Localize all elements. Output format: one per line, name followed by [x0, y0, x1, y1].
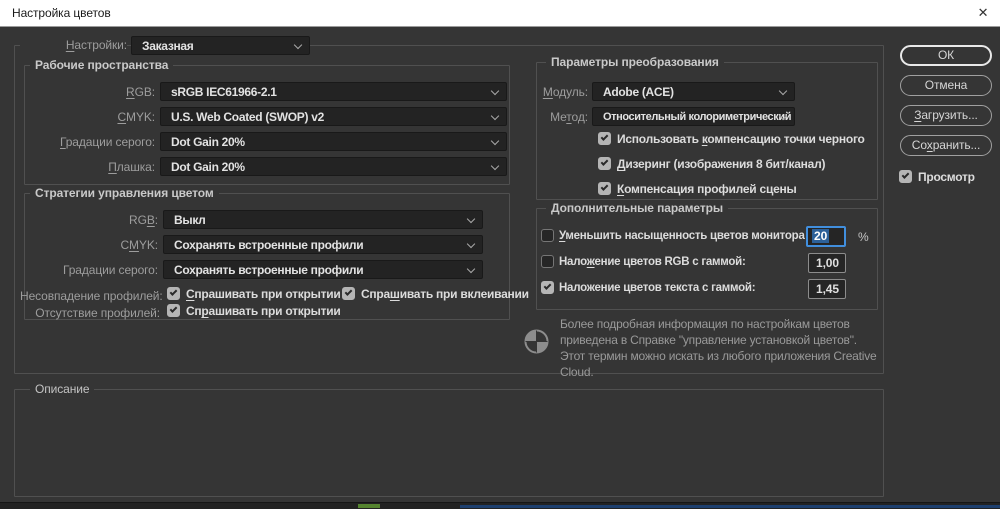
preview-checkbox[interactable]	[899, 170, 912, 183]
pol-gray-label: Градации серого:	[20, 262, 158, 278]
chevron-down-icon	[467, 240, 475, 248]
chevron-down-icon	[491, 112, 499, 120]
percent-unit: %	[858, 229, 869, 245]
pol-rgb-select[interactable]: Выкл	[163, 210, 483, 229]
settings-label: Настройки:	[20, 37, 127, 53]
policies-title: Стратегии управления цветом	[30, 187, 219, 200]
mismatch-ask-opening-checkbox[interactable]	[167, 287, 180, 300]
blend-text-caption[interactable]: Наложение цветов текста с гаммой:	[559, 281, 755, 295]
check-icon	[345, 288, 353, 296]
engine-select[interactable]: Adobe (ACE)	[592, 82, 795, 101]
ws-gray-select[interactable]: Dot Gain 20%	[160, 132, 507, 151]
advanced-title: Дополнительные параметры	[546, 202, 728, 215]
ws-rgb-select[interactable]: sRGB IEC61966-2.1	[160, 82, 507, 101]
close-button[interactable]: ✕	[966, 0, 1000, 27]
settings-select[interactable]: Заказная	[131, 36, 310, 55]
ws-spot-select[interactable]: Dot Gain 20%	[160, 157, 507, 176]
chevron-down-icon	[467, 215, 475, 223]
check-icon	[902, 171, 910, 179]
ws-rgb-label: RGB:	[20, 84, 155, 100]
mismatch-ask-pasting-checkbox[interactable]	[342, 287, 355, 300]
color-sync-icon	[523, 328, 550, 358]
conversion-title: Параметры преобразования	[546, 56, 724, 69]
scene-profiles-caption[interactable]: Компенсация профилей сцены	[617, 182, 797, 196]
settings-value: Заказная	[142, 37, 194, 55]
missing-label: Отсутствие профилей:	[20, 305, 160, 321]
mismatch-ask-pasting-caption[interactable]: Спрашивать при вклеивании	[361, 287, 529, 301]
mismatch-ask-opening-caption[interactable]: Спрашивать при открытии	[186, 287, 340, 301]
desaturate-monitor-checkbox[interactable]	[541, 229, 554, 242]
ws-cmyk-select[interactable]: U.S. Web Coated (SWOP) v2	[160, 107, 507, 126]
ws-spot-label: Плашка:	[20, 159, 155, 175]
desktop-sliver	[0, 503, 1000, 509]
taskbar-fragment-green	[358, 504, 380, 508]
blend-text-gamma-input[interactable]: 1,45	[808, 279, 846, 299]
pol-gray-select[interactable]: Сохранять встроенные профили	[163, 260, 483, 279]
cancel-button[interactable]: Отмена	[900, 75, 992, 96]
black-point-checkbox[interactable]	[598, 132, 611, 145]
check-icon	[601, 183, 609, 191]
check-icon	[170, 305, 178, 313]
description-group	[14, 389, 884, 497]
ws-cmyk-label: CMYK:	[20, 109, 155, 125]
taskbar-fragment-blue	[460, 505, 1000, 508]
intent-label: Метод:	[500, 109, 588, 125]
scene-profiles-checkbox[interactable]	[598, 182, 611, 195]
chevron-down-icon	[779, 87, 787, 95]
chevron-down-icon	[491, 137, 499, 145]
title-bar: Настройка цветов ✕	[0, 0, 1000, 27]
preview-caption[interactable]: Просмотр	[918, 170, 975, 184]
blend-text-checkbox[interactable]	[541, 281, 554, 294]
close-icon: ✕	[978, 5, 989, 20]
engine-label: Модуль:	[500, 84, 588, 100]
ok-button[interactable]: ОК	[900, 45, 992, 66]
check-icon	[544, 282, 552, 290]
black-point-caption[interactable]: Использовать компенсацию точки черного	[617, 132, 865, 146]
window-title: Настройка цветов	[12, 0, 111, 27]
chevron-down-icon	[467, 265, 475, 273]
load-button[interactable]: Загрузить...	[900, 105, 992, 126]
save-button[interactable]: Сохранить...	[900, 135, 992, 156]
pol-rgb-label: RGB:	[20, 212, 158, 228]
intent-select[interactable]: Относительный колориметрический	[592, 107, 795, 126]
pol-cmyk-select[interactable]: Сохранять встроенные профили	[163, 235, 483, 254]
pol-cmyk-label: CMYK:	[20, 237, 158, 253]
color-settings-dialog: Настройка цветов ✕ Настройки: Заказная Р…	[0, 0, 1000, 509]
chevron-down-icon	[294, 41, 302, 49]
desaturate-percent-input[interactable]: 20	[806, 226, 846, 247]
mismatch-label: Несовпадение профилей:	[20, 288, 160, 304]
blend-rgb-gamma-input[interactable]: 1,00	[808, 253, 846, 273]
description-title: Описание	[30, 383, 94, 396]
chevron-down-icon	[491, 162, 499, 170]
ws-gray-label: Градации серого:	[20, 134, 155, 150]
blend-rgb-caption[interactable]: Наложение цветов RGB с гаммой:	[559, 255, 746, 269]
missing-ask-opening-caption[interactable]: Спрашивать при открытии	[186, 304, 340, 318]
working-spaces-title: Рабочие пространства	[30, 59, 173, 72]
help-info-text: Более подробная информация по настройкам…	[560, 316, 882, 380]
desaturate-monitor-caption[interactable]: Уменьшить насыщенность цветов монитора н…	[559, 229, 824, 243]
check-icon	[601, 133, 609, 141]
missing-ask-opening-checkbox[interactable]	[167, 304, 180, 317]
check-icon	[170, 288, 178, 296]
chevron-down-icon	[491, 87, 499, 95]
dither-caption[interactable]: Дизеринг (изображения 8 бит/канал)	[617, 157, 825, 171]
blend-rgb-checkbox[interactable]	[541, 255, 554, 268]
dither-checkbox[interactable]	[598, 157, 611, 170]
check-icon	[601, 158, 609, 166]
